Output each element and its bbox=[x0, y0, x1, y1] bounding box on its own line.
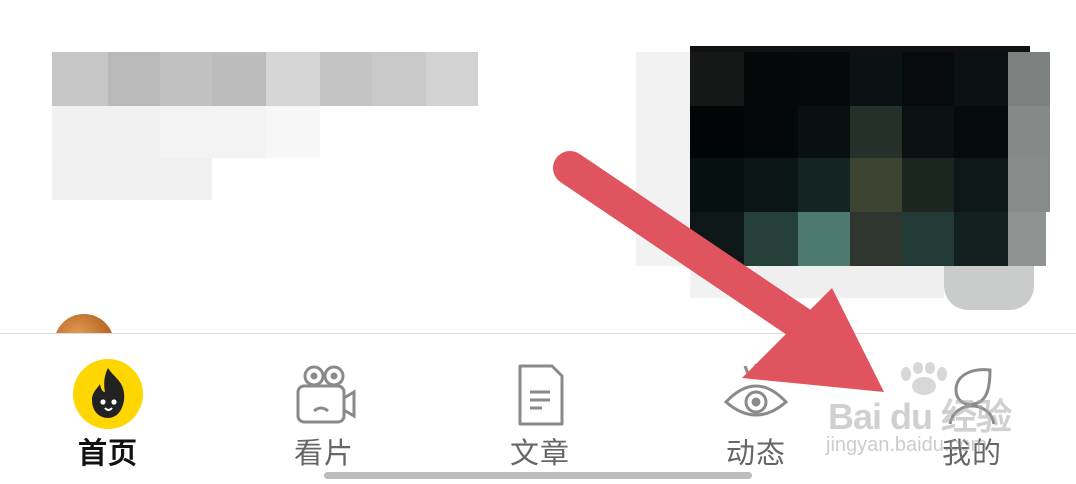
tab-label: 看片 bbox=[293, 436, 354, 470]
profile-leaf-icon bbox=[934, 356, 1010, 432]
feed-content bbox=[0, 0, 1076, 333]
tab-label: 文章 bbox=[509, 436, 570, 470]
tab-label: 动态 bbox=[725, 436, 786, 470]
tab-label: 我的 bbox=[941, 436, 1002, 470]
tab-movies[interactable]: 看片 bbox=[254, 334, 394, 484]
tab-home[interactable]: 首页 bbox=[38, 334, 178, 484]
avatar[interactable] bbox=[54, 314, 114, 333]
film-camera-icon bbox=[286, 356, 362, 432]
tab-label: 首页 bbox=[77, 436, 138, 470]
eye-icon bbox=[718, 356, 794, 432]
bottom-tab-bar: 首页 看片 文章 动态 我的 bbox=[0, 334, 1076, 484]
document-icon bbox=[502, 356, 578, 432]
flame-mascot-icon bbox=[70, 356, 146, 432]
tab-profile[interactable]: 我的 bbox=[902, 334, 1042, 484]
home-indicator bbox=[324, 472, 752, 479]
tab-feed[interactable]: 动态 bbox=[686, 334, 826, 484]
tab-articles[interactable]: 文章 bbox=[470, 334, 610, 484]
